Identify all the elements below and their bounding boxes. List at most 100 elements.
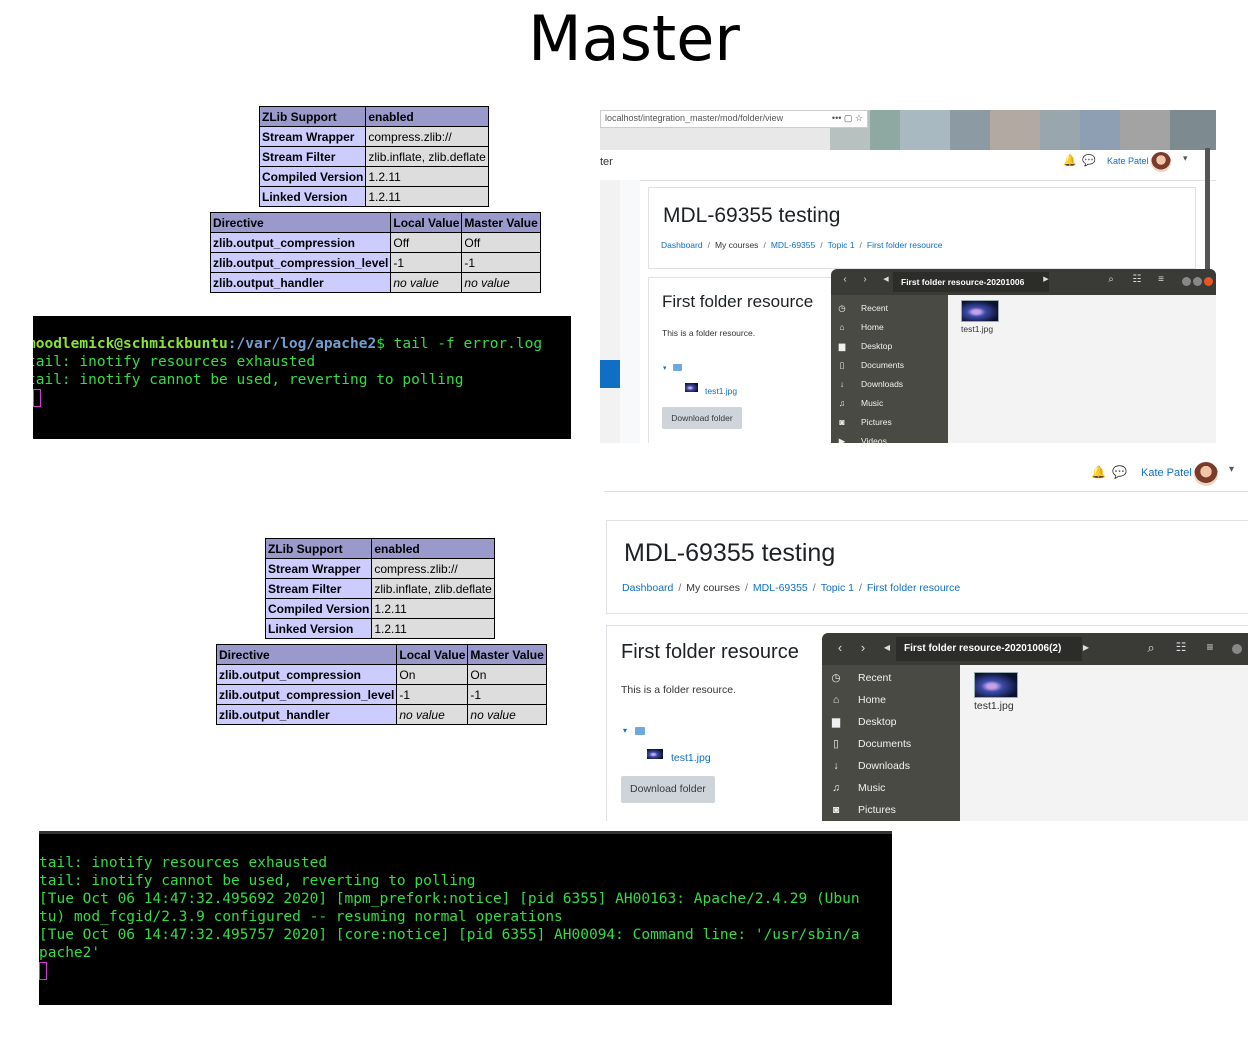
view-list-icon[interactable]: ☷ — [1129, 274, 1145, 285]
sidebar-label: Videos — [861, 436, 887, 443]
sidebar-item-pictures[interactable]: ◙ Pictures — [822, 799, 960, 821]
user-avatar[interactable] — [1194, 462, 1218, 486]
view-list-icon[interactable]: ☷ — [1172, 640, 1190, 654]
zlib-info-table-bottom: ZLib Support enabled Stream Wrapper compre… — [264, 538, 495, 639]
minimize-icon[interactable] — [1182, 277, 1191, 286]
sidebar-item-downloads[interactable]: ↓ Downloads — [831, 375, 948, 394]
sidebar-label: Recent — [861, 303, 888, 313]
breadcrumb-resource[interactable]: First folder resource — [867, 582, 960, 594]
sidebar-item-videos[interactable]: ▶ Videos — [831, 432, 948, 443]
menu-icon[interactable]: ≡ — [1153, 274, 1169, 285]
search-icon[interactable]: ⌕ — [1142, 640, 1160, 656]
menu-icon[interactable]: ≡ — [1201, 640, 1219, 654]
compiled-version-label: Compiled Version — [258, 166, 367, 187]
sidebar-item-desktop[interactable]: ▆ Desktop — [822, 711, 960, 733]
nav-drawer — [600, 180, 621, 443]
search-icon[interactable]: ⌕ — [1103, 274, 1119, 285]
sidebar-item-documents[interactable]: ▯ Documents — [822, 733, 960, 755]
stream-wrapper-label: Stream Wrapper — [258, 126, 367, 147]
resource-title: First folder resource — [621, 641, 799, 663]
url-bar[interactable]: localhost/integration_master/mod/folder/… — [600, 110, 868, 128]
minimize-icon[interactable] — [1232, 644, 1242, 654]
forward-icon[interactable]: › — [857, 274, 873, 285]
zlib-support-value: enabled — [371, 538, 495, 559]
file-manager-sidebar: ◷ Recent ⌂ Home ▆ Desktop ▯ Documents ↓ Downl… — [831, 295, 948, 443]
user-name[interactable]: Kate Patel — [1141, 467, 1192, 479]
course-header-card: MDL-69355 testing Dashboard / My courses / M… — [648, 187, 1196, 269]
notification-bell-icon[interactable]: 🔔 — [1091, 465, 1106, 479]
forward-icon[interactable]: › — [855, 640, 871, 655]
bookmark-star-icon[interactable]: ☆ — [855, 113, 863, 123]
master-value-header: Master Value — [467, 644, 547, 665]
sidebar-item-home[interactable]: ⌂ Home — [831, 318, 948, 337]
terminal-line: [Tue Oct 06 14:47:32.495757 2020] [core:… — [39, 927, 860, 943]
breadcrumb-course[interactable]: MDL-69355 — [753, 582, 808, 594]
user-name[interactable]: Kate Patel — [1107, 156, 1149, 166]
breadcrumb-my-courses: My courses — [686, 582, 740, 594]
maximize-icon[interactable] — [1193, 277, 1202, 286]
messages-icon[interactable]: 💬 — [1112, 465, 1127, 479]
messages-icon[interactable]: 💬 — [1082, 154, 1096, 167]
sidebar-item-music[interactable]: ♫ Music — [822, 777, 960, 799]
terminal-line: pache2' — [39, 945, 101, 961]
nav-drawer-active-item[interactable] — [600, 360, 620, 388]
sidebar-item-recent[interactable]: ◷ Recent — [822, 667, 960, 689]
breadcrumb-topic[interactable]: Topic 1 — [821, 582, 854, 594]
local-value: no value — [396, 704, 469, 725]
moodle-screenshot-top: localhost/integration_master/mod/folder/… — [600, 110, 1216, 443]
master-value: no value — [461, 272, 541, 293]
file-link[interactable]: test1.jpg — [705, 386, 737, 396]
path-right-icon[interactable]: ▶ — [1080, 643, 1092, 652]
terminal-bottom[interactable]: tail: inotify resources exhausted tail: i… — [39, 831, 892, 1005]
file-label[interactable]: test1.jpg — [974, 700, 1014, 712]
sidebar-label: Music — [861, 398, 884, 408]
breadcrumb-dashboard[interactable]: Dashboard — [622, 582, 673, 594]
back-icon[interactable]: ‹ — [832, 640, 848, 655]
breadcrumb-resource[interactable]: First folder resource — [867, 240, 943, 250]
camera-icon: ◙ — [839, 417, 845, 427]
video-icon: ▶ — [838, 436, 846, 443]
clock-icon: ◷ — [831, 672, 841, 684]
directive-name: zlib.output_handler — [215, 704, 398, 725]
zlib-support-label: ZLib Support — [264, 538, 373, 559]
sidebar-item-pictures[interactable]: ◙ Pictures — [831, 413, 948, 432]
path-left-icon[interactable]: ◀ — [881, 643, 893, 652]
image-thumbnail[interactable] — [974, 672, 1018, 698]
image-thumbnail[interactable] — [961, 300, 999, 322]
path-right-icon[interactable]: ▶ — [1041, 275, 1051, 283]
browser-toolbar: localhost/integration_master/mod/folder/… — [600, 110, 1216, 150]
sidebar-item-downloads[interactable]: ↓ Downloads — [822, 755, 960, 777]
breadcrumb-topic[interactable]: Topic 1 — [828, 240, 855, 250]
download-folder-button[interactable]: Download folder — [621, 776, 715, 803]
sidebar-item-music[interactable]: ♫ Music — [831, 394, 948, 413]
terminal-line: tail: inotify cannot be used, reverting … — [33, 372, 464, 388]
blurred-toolbar — [830, 110, 1216, 150]
tree-expand-icon[interactable]: ▾ — [623, 726, 627, 735]
close-icon[interactable] — [1204, 277, 1213, 286]
file-link[interactable]: test1.jpg — [671, 752, 711, 764]
breadcrumb-dashboard[interactable]: Dashboard — [661, 240, 703, 250]
tree-expand-icon[interactable]: ▾ — [663, 364, 667, 372]
resource-description: This is a folder resource. — [621, 684, 736, 696]
download-folder-button[interactable]: Download folder — [662, 407, 742, 429]
image-file-icon — [685, 383, 698, 392]
page-actions-icon[interactable]: ••• — [832, 113, 841, 123]
breadcrumb-my-courses: My courses — [714, 240, 759, 250]
file-label[interactable]: test1.jpg — [961, 324, 993, 334]
user-avatar[interactable] — [1151, 152, 1171, 172]
user-menu-caret-icon[interactable]: ▾ — [1229, 464, 1234, 475]
sidebar-item-documents[interactable]: ▯ Documents — [831, 356, 948, 375]
user-menu-caret-icon[interactable]: ▾ — [1183, 153, 1188, 164]
back-icon[interactable]: ‹ — [837, 274, 853, 285]
terminal-top[interactable]: moodlemick@schmickbuntu:/var/log/apache2… — [33, 316, 571, 439]
path-bar-current[interactable]: First folder resource-20201006(2) — [896, 637, 1082, 661]
path-left-icon[interactable]: ◀ — [881, 275, 891, 283]
pocket-icon[interactable]: ▢ — [844, 113, 853, 123]
sidebar-item-desktop[interactable]: ▆ Desktop — [831, 337, 948, 356]
sidebar-item-home[interactable]: ⌂ Home — [822, 689, 960, 711]
sidebar-item-recent[interactable]: ◷ Recent — [831, 299, 948, 318]
breadcrumb-course[interactable]: MDL-69355 — [771, 240, 815, 250]
path-bar-current[interactable]: First folder resource-20201006 — [893, 272, 1049, 292]
notification-bell-icon[interactable]: 🔔 — [1063, 154, 1077, 167]
folder-icon — [673, 364, 682, 371]
